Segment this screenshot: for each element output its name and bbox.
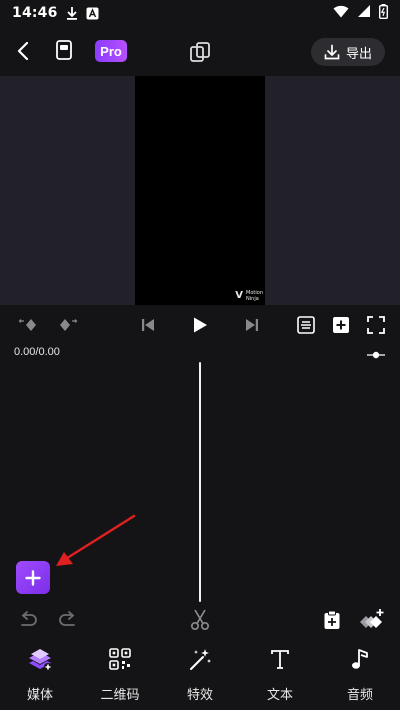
signal-icon [357, 4, 371, 22]
skip-back-icon [142, 319, 154, 331]
plus-icon [25, 569, 41, 586]
redo-icon [59, 611, 75, 626]
aspect-ratio-button[interactable] [189, 41, 211, 63]
add-keyframe-button[interactable] [331, 315, 351, 335]
nav-label-text: 文本 [266, 688, 293, 703]
add-layer-button[interactable] [356, 608, 386, 632]
nav-item-qr[interactable]: 二维码 [80, 640, 160, 710]
text-icon [267, 646, 293, 672]
nav-label-media: 媒体 [26, 688, 53, 703]
app-notification-icon [86, 7, 99, 20]
fullscreen-button[interactable] [366, 315, 386, 335]
nav-label-qr: 二维码 [100, 688, 140, 703]
next-keyframe-button[interactable] [56, 317, 78, 333]
add-media-button[interactable] [16, 561, 50, 594]
document-icon [56, 40, 72, 60]
fullscreen-icon [367, 316, 385, 334]
clipboard-add-icon [324, 610, 340, 629]
project-settings-button[interactable] [56, 40, 76, 62]
nav-item-text[interactable]: 文本 [240, 640, 320, 710]
download-status-icon [66, 6, 78, 20]
bottom-nav: 媒体 二维码 特效 文本 音频 [0, 640, 400, 710]
skip-start-button[interactable] [140, 317, 156, 333]
redo-button[interactable] [56, 608, 80, 632]
annotation-arrow [56, 514, 136, 566]
undo-button[interactable] [16, 608, 40, 632]
nav-item-media[interactable]: 媒体 [0, 640, 80, 710]
skip-end-button[interactable] [244, 317, 260, 333]
top-toolbar: Pro 导出 [0, 26, 400, 76]
status-time: 14:46 [12, 5, 58, 21]
chevron-left-icon [17, 42, 29, 60]
pro-badge[interactable]: Pro [95, 40, 127, 62]
timeline-zoom-control[interactable] [366, 346, 386, 359]
edit-tools-row [0, 608, 400, 636]
skip-forward-icon [246, 319, 258, 331]
watermark-logo-icon: V [235, 290, 244, 301]
video-preview: V Motion Ninja [0, 76, 400, 305]
status-bar: 14:46 [0, 0, 400, 26]
battery-icon [378, 3, 388, 23]
play-icon [194, 317, 207, 333]
nav-label-audio: 音频 [346, 688, 373, 703]
wifi-icon [333, 5, 349, 22]
watermark: V Motion Ninja [235, 290, 263, 302]
export-button[interactable]: 导出 [311, 38, 385, 66]
magic-wand-icon [187, 646, 213, 672]
aspect-ratio-icon [190, 42, 210, 62]
add-box-icon [333, 317, 349, 333]
preview-canvas[interactable]: V Motion Ninja [135, 76, 265, 305]
keyframe-prev-icon [18, 319, 36, 331]
music-note-icon [347, 646, 373, 672]
scissors-icon [190, 609, 210, 631]
time-readout: 0.00/0.00 [14, 346, 60, 358]
split-button[interactable] [188, 608, 212, 632]
status-right-icons [333, 3, 388, 23]
align-center-icon [297, 316, 315, 334]
qr-code-icon [107, 646, 133, 672]
download-icon [324, 44, 340, 60]
back-button[interactable] [12, 40, 34, 62]
align-button[interactable] [296, 315, 316, 335]
undo-icon [21, 611, 37, 626]
keyframe-next-icon [60, 319, 78, 331]
nav-label-effects: 特效 [186, 688, 213, 703]
paste-button[interactable] [320, 608, 344, 632]
nav-item-audio[interactable]: 音频 [320, 640, 400, 710]
playback-controls [0, 305, 400, 345]
layers-add-icon [360, 609, 384, 628]
play-button[interactable] [190, 315, 210, 335]
prev-keyframe-button[interactable] [18, 317, 40, 333]
export-label: 导出 [345, 46, 372, 62]
playhead[interactable] [199, 362, 201, 602]
nav-item-effects[interactable]: 特效 [160, 640, 240, 710]
layers-icon [27, 646, 53, 672]
watermark-line2: Ninja [246, 296, 259, 302]
